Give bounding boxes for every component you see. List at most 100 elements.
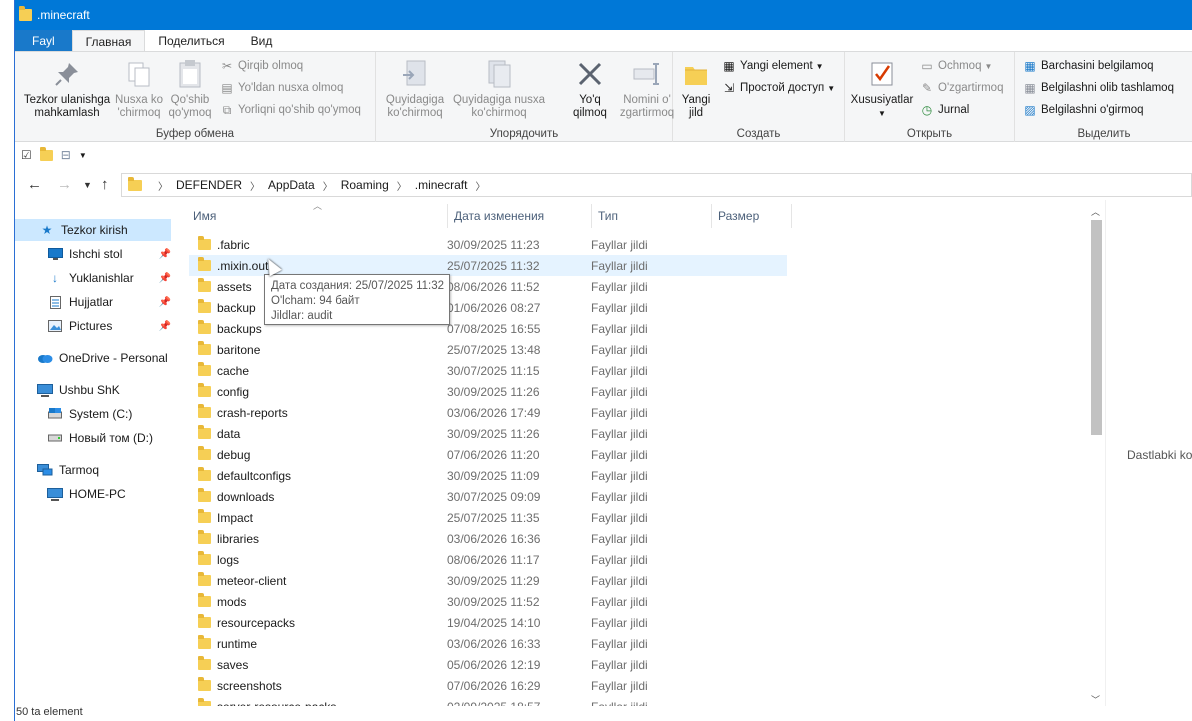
- folder-icon: [198, 635, 211, 649]
- pin-icon[interactable]: 📌: [159, 249, 171, 260]
- table-row[interactable]: meteor-client 30/09/2025 11:29 Fayllar jil…: [189, 570, 787, 591]
- scrollbar-thumb[interactable]: [1091, 220, 1102, 435]
- customize-dropdown-icon[interactable]: ▼: [79, 151, 87, 160]
- column-header-size[interactable]: Размер: [714, 204, 792, 228]
- table-row[interactable]: cache 30/07/2025 11:15 Fayllar jildi: [189, 360, 787, 381]
- tab-share[interactable]: Поделиться: [145, 30, 237, 52]
- chevron-right-icon[interactable]: 〉: [158, 178, 168, 193]
- column-header-name[interactable]: Имя: [189, 204, 447, 228]
- new-item-button[interactable]: ▦ Yangi element ▼: [722, 59, 823, 73]
- delete-button[interactable]: Yo'q qilmoq: [566, 56, 614, 120]
- chevron-right-icon[interactable]: 〉: [475, 178, 485, 193]
- nav-item-this-pc[interactable]: Ushbu ShK: [15, 379, 171, 401]
- chevron-right-icon[interactable]: 〉: [397, 178, 407, 193]
- pin-icon[interactable]: 📌: [159, 321, 171, 332]
- edit-button[interactable]: ✎ O'zgartirmoq: [920, 81, 1004, 95]
- copy-label: Nusxa ko 'chirmoq: [115, 94, 163, 119]
- nav-item-documents[interactable]: Hujjatlar 📌: [15, 291, 171, 313]
- nav-item-drive-c[interactable]: System (C:): [15, 403, 171, 425]
- nav-item-quick-access[interactable]: ★ Tezkor kirish: [15, 219, 171, 241]
- breadcrumb-item[interactable]: DEFENDER: [176, 178, 242, 192]
- pin-icon[interactable]: 📌: [159, 273, 171, 284]
- back-arrow-icon[interactable]: ←: [27, 176, 42, 193]
- move-to-button[interactable]: Quyidagiga ko'chirmoq: [380, 56, 450, 120]
- paste-shortcut-button[interactable]: ⧉ Yorliqni qo'shib qo'ymoq: [220, 103, 361, 117]
- table-row[interactable]: libraries 03/06/2026 16:36 Fayllar jildi: [189, 528, 787, 549]
- cut-button[interactable]: ✂ Qirqib olmoq: [220, 59, 303, 73]
- properties-check-icon[interactable]: ☑: [21, 148, 32, 162]
- column-divider[interactable]: [591, 204, 592, 228]
- new-folder-button[interactable]: Yangi jild: [675, 56, 717, 120]
- tab-view[interactable]: Вид: [238, 30, 286, 52]
- folder-icon: [198, 677, 211, 691]
- chevron-right-icon[interactable]: 〉: [250, 178, 260, 193]
- table-row[interactable]: .fabric 30/09/2025 11:23 Fayllar jildi: [189, 234, 787, 255]
- select-all-button[interactable]: ▦ Barchasini belgilamoq: [1023, 59, 1153, 73]
- select-none-icon: ▦: [1024, 81, 1036, 95]
- open-button[interactable]: ▭ Ochmoq ▼: [920, 59, 992, 73]
- nav-item-desktop[interactable]: Ishchi stol 📌: [15, 243, 171, 265]
- recent-locations-icon[interactable]: ▼: [83, 180, 92, 190]
- table-row[interactable]: debug 07/06/2026 11:20 Fayllar jildi: [189, 444, 787, 465]
- nav-item-drive-d[interactable]: Новый том (D:): [15, 427, 171, 449]
- table-row[interactable]: config 30/09/2025 11:26 Fayllar jildi: [189, 381, 787, 402]
- column-divider[interactable]: [447, 204, 448, 228]
- history-button[interactable]: ◷ Jurnal: [920, 103, 970, 117]
- table-row[interactable]: defaultconfigs 30/09/2025 11:09 Fayllar ji…: [189, 465, 787, 486]
- table-row[interactable]: resourcepacks 19/04/2025 14:10 Fayllar jil…: [189, 612, 787, 633]
- scroll-up-icon[interactable]: ︿: [1091, 205, 1100, 218]
- table-row[interactable]: data 30/09/2025 11:26 Fayllar jildi: [189, 423, 787, 444]
- copy-icon: [123, 58, 155, 90]
- table-row[interactable]: baritone 25/07/2025 13:48 Fayllar jildi: [189, 339, 787, 360]
- address-box[interactable]: 〉 DEFENDER 〉 AppData 〉 Roaming 〉 .minecr…: [121, 173, 1192, 197]
- title-bar[interactable]: .minecraft: [15, 0, 1192, 30]
- new-folder-icon[interactable]: [39, 146, 53, 161]
- nav-item-onedrive[interactable]: OneDrive - Personal: [15, 347, 185, 369]
- copy-button[interactable]: Nusxa ko 'chirmoq: [113, 56, 165, 120]
- breadcrumb-item[interactable]: AppData: [268, 178, 315, 192]
- nav-item-downloads[interactable]: ↓ Yuklanishlar 📌: [15, 267, 171, 289]
- up-arrow-icon[interactable]: ↑: [101, 176, 109, 193]
- table-row[interactable]: saves 05/06/2026 12:19 Fayllar jildi: [189, 654, 787, 675]
- column-header-date[interactable]: Дата изменения: [450, 204, 594, 228]
- cloud-icon: [37, 351, 53, 365]
- file-name-cell: mods: [189, 593, 447, 609]
- table-row[interactable]: crash-reports 03/06/2026 17:49 Fayllar jil…: [189, 402, 787, 423]
- table-row[interactable]: downloads 30/07/2025 09:09 Fayllar jildi: [189, 486, 787, 507]
- vertical-scrollbar[interactable]: ︿ ﹀: [1088, 203, 1105, 709]
- copy-to-button[interactable]: Quyidagiga nusxa ko'chirmoq: [452, 56, 546, 120]
- nav-item-home-pc[interactable]: HOME-PC: [15, 483, 171, 505]
- table-row[interactable]: screenshots 07/06/2026 16:29 Fayllar jildi: [189, 675, 787, 696]
- nav-item-network[interactable]: Tarmoq: [15, 459, 171, 481]
- table-row[interactable]: runtime 03/06/2026 16:33 Fayllar jildi: [189, 633, 787, 654]
- tab-home[interactable]: Главная: [71, 30, 146, 52]
- pin-quick-access-button[interactable]: Tezkor ulanishga mahkamlash: [21, 56, 113, 120]
- column-divider[interactable]: [711, 204, 712, 228]
- table-row[interactable]: mods 30/09/2025 11:52 Fayllar jildi: [189, 591, 787, 612]
- table-row[interactable]: Impact 25/07/2025 11:35 Fayllar jildi: [189, 507, 787, 528]
- file-date: 30/09/2025 11:52: [447, 594, 540, 609]
- tab-file[interactable]: Fayl: [15, 30, 72, 52]
- chevron-right-icon[interactable]: 〉: [323, 178, 333, 193]
- breadcrumb-item[interactable]: Roaming: [341, 178, 389, 192]
- invert-selection-button[interactable]: ▨ Belgilashni o'girmoq: [1023, 103, 1143, 117]
- rename-icon[interactable]: ⊟: [61, 148, 71, 162]
- forward-arrow-icon[interactable]: →: [57, 176, 72, 193]
- file-date: 30/09/2025 11:26: [447, 384, 540, 399]
- breadcrumb-item[interactable]: .minecraft: [415, 178, 468, 192]
- nav-item-pictures[interactable]: Pictures 📌: [15, 315, 171, 337]
- pin-icon: [51, 58, 83, 90]
- rename-button[interactable]: Nomini o' zgartirmoq: [616, 56, 678, 120]
- pin-icon[interactable]: 📌: [159, 297, 171, 308]
- copy-path-button[interactable]: ▤ Yo'ldan nusxa olmoq: [220, 81, 343, 95]
- column-divider[interactable]: [791, 204, 792, 228]
- properties-button[interactable]: Xususiyatlar ▼: [849, 56, 915, 120]
- folder-icon: [198, 278, 211, 292]
- easy-access-button[interactable]: ⇲ Простой доступ ▼: [722, 81, 835, 95]
- table-row[interactable]: server-resource-packs 02/09/2025 18:57Fay…: [189, 696, 787, 706]
- column-header-type[interactable]: Тип: [594, 204, 714, 228]
- table-row[interactable]: logs 08/06/2026 11:17 Fayllar jildi: [189, 549, 787, 570]
- scroll-down-icon[interactable]: ﹀: [1091, 693, 1100, 706]
- paste-button[interactable]: Qo'shib qo'ymoq: [165, 56, 215, 120]
- select-none-button[interactable]: ▦ Belgilashni olib tashlamoq: [1023, 81, 1174, 95]
